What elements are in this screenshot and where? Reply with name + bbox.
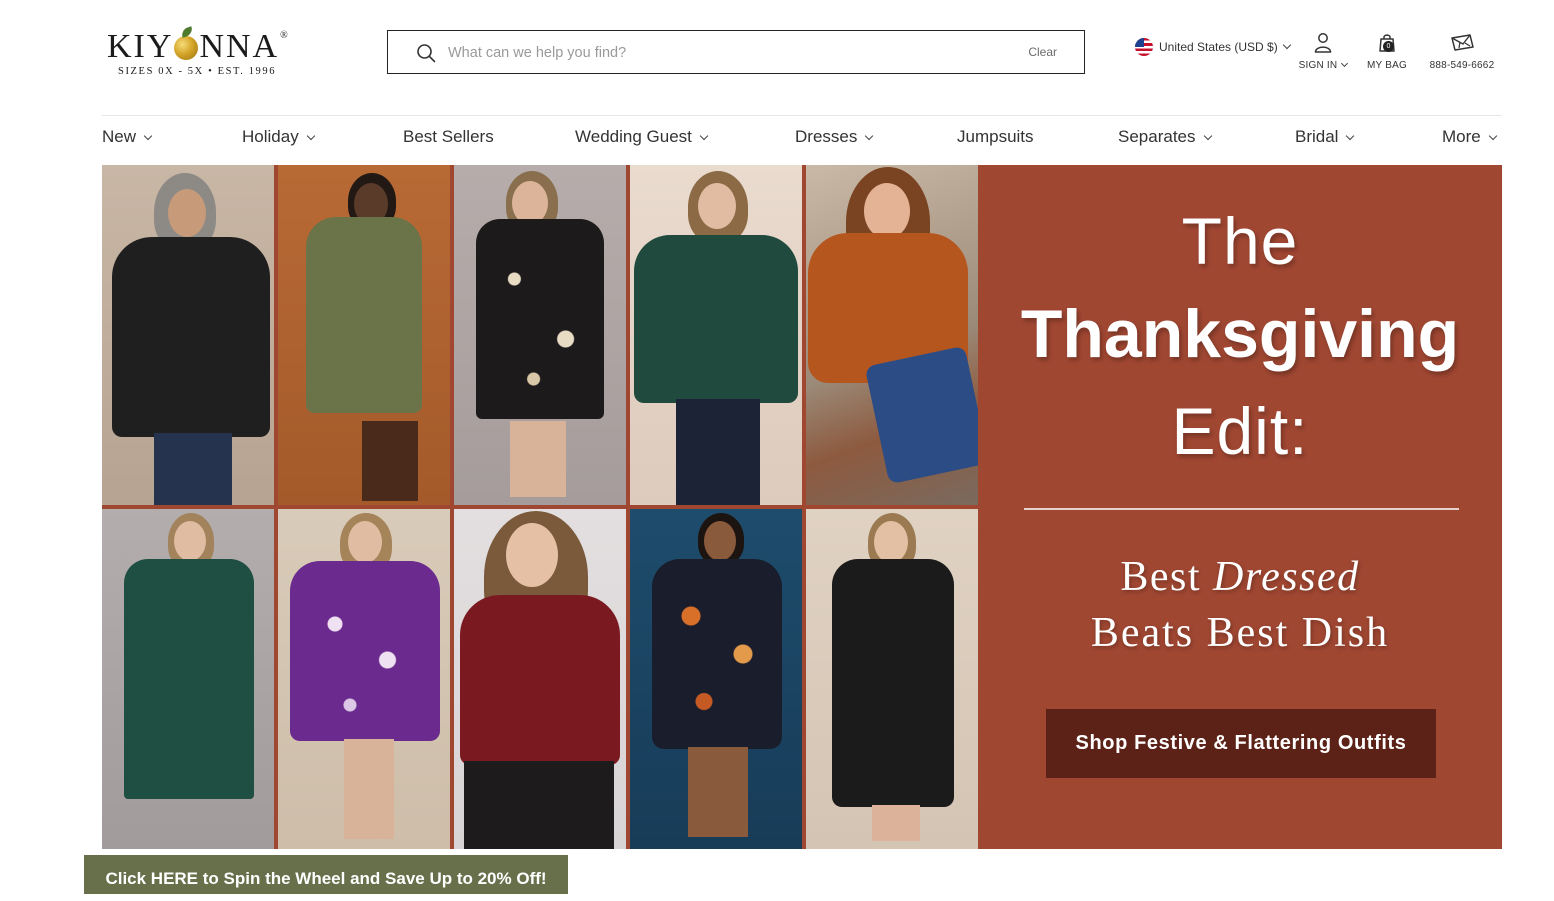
nav-item-label: Dresses [795,127,858,146]
gold-ornament-icon [174,36,199,60]
nav-item-holiday[interactable]: Holiday [242,127,315,147]
hero-subline-best-dish: Beats Best Dish [1090,610,1390,656]
nav-divider [102,115,1502,116]
hero-subline-part: Best [1120,554,1214,600]
us-flag-icon [1135,38,1153,56]
nav-item-separates[interactable]: Separates [1118,127,1212,147]
logo-tagline: SIZES 0X - 5X • EST. 1996 [118,66,277,77]
search-clear-button[interactable]: Clear [1028,45,1057,59]
search-icon[interactable] [416,43,436,63]
product-photo-navy-floral-dress[interactable] [630,509,802,849]
nav-item-label: More [1442,127,1481,146]
nav-item-new[interactable]: New [102,127,153,147]
chevron-down-icon [865,131,874,141]
user-icon [1314,33,1332,53]
sign-in-button[interactable]: SIGN IN [1293,32,1353,71]
sign-in-label: SIGN IN [1298,60,1338,71]
nav-item-label: Holiday [242,127,299,146]
phone-contact-link[interactable]: 888-549-6662 [1424,32,1500,71]
envelope-phone-icon [1451,34,1474,51]
chevron-down-icon [699,131,709,141]
nav-item-label: Jumpsuits [957,127,1034,146]
product-photo-black-floral-wrap-dress[interactable] [454,165,626,505]
product-photo-burgundy-wrap-top[interactable] [454,509,626,849]
product-photo-olive-sweater-dress[interactable] [278,165,450,505]
nav-item-label: Best Sellers [403,127,494,146]
chevron-down-icon [1282,40,1291,50]
spin-wheel-promo-button[interactable]: Click HERE to Spin the Wheel and Save Up… [84,855,568,894]
hero-headline-the: The [1181,204,1299,278]
search-input[interactable] [446,39,1010,67]
hero-banner[interactable]: The Thanksgiving Edit: Best Dressed Beat… [102,165,1502,849]
phone-number: 888-549-6662 [1429,60,1495,71]
nav-item-label: Wedding Guest [575,127,692,146]
hero-divider [1024,508,1459,510]
my-bag-label: MY BAG [1367,60,1407,71]
nav-item-label: New [102,127,137,146]
country-selector[interactable]: United States (USD $) [1135,38,1291,56]
product-photo-black-cowl-sweater[interactable] [102,165,274,505]
hero-promo-panel: The Thanksgiving Edit: Best Dressed Beat… [978,165,1502,849]
logo-word-right: NNA [199,28,280,65]
chevron-down-icon [1203,131,1212,141]
logo-word-left: KIY [107,28,174,65]
chevron-down-icon [306,131,315,141]
main-navigation: New Holiday Best Sellers Wedding Guest D… [102,127,1502,155]
nav-item-wedding-guest[interactable]: Wedding Guest [575,127,709,147]
nav-item-bridal[interactable]: Bridal [1295,127,1355,147]
nav-item-label: Separates [1118,127,1196,146]
nav-item-label: Bridal [1295,127,1339,146]
hero-subline-emphasis: Dressed [1213,554,1360,600]
my-bag-button[interactable]: 0 MY BAG [1361,32,1413,71]
logo-wordmark: KIY NNA ® [107,28,290,65]
nav-item-best-sellers[interactable]: Best Sellers [403,127,494,147]
nav-item-more[interactable]: More [1442,127,1497,147]
bag-count-badge: 0 [1383,41,1394,52]
country-label: United States (USD $) [1159,40,1278,54]
product-photo-green-jumpsuit[interactable] [102,509,274,849]
nav-item-dresses[interactable]: Dresses [795,127,874,147]
brand-logo[interactable]: KIY NNA ® SIZES 0X - 5X • EST. 1996 [107,26,297,80]
chevron-down-icon [1346,131,1355,141]
hero-subline-best-dressed: Best Dressed [978,553,1502,601]
product-photo-rust-turtleneck-sweater[interactable] [806,165,978,505]
shop-festive-outfits-button[interactable]: Shop Festive & Flattering Outfits [1046,709,1436,778]
product-photo-green-wrap-top[interactable] [630,165,802,505]
search-bar: Clear [387,30,1085,74]
chevron-down-icon [143,131,153,141]
product-photo-black-midi-dress[interactable] [806,509,978,849]
hero-headline-edit: Edit: [1171,394,1309,468]
registered-mark: ® [280,29,290,41]
hero-headline-thanksgiving: Thanksgiving [1020,296,1460,372]
chevron-down-icon [1488,131,1497,141]
product-photo-purple-floral-wrap-dress[interactable] [278,509,450,849]
nav-item-jumpsuits[interactable]: Jumpsuits [957,127,1034,147]
chevron-down-icon [1341,59,1349,68]
